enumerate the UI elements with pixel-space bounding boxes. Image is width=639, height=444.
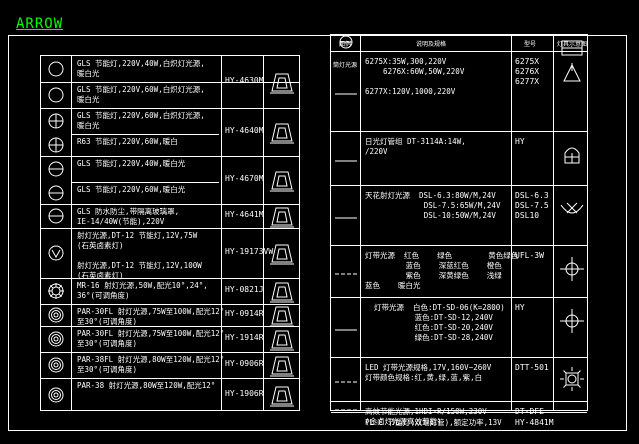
right-fixture-diagram-icon — [564, 147, 580, 164]
left-legend-table: GLS 节能灯,220V,40W,白炽灯光源, 暖白光 GLS 节能灯,220V,… — [40, 55, 300, 411]
left-col-divider-3 — [263, 56, 264, 410]
right-legend-symbol-icon — [335, 93, 357, 95]
right-col-divider-1 — [360, 35, 361, 410]
right-row-model: UFL-3W — [515, 251, 544, 260]
drawing-title: ARROW — [16, 16, 64, 32]
right-row-description: 6275X:35W,300,220V 6276X:60W,50W,220V 62… — [365, 57, 465, 96]
right-row-divider — [331, 131, 587, 132]
right-row-description: 日光灯管组 DT-3114A:14W, /220V — [365, 137, 466, 156]
right-legend-symbol-icon — [335, 409, 357, 410]
right-row-model: DTT-501 — [515, 363, 549, 372]
right-legend-symbol-icon — [335, 273, 357, 275]
right-row-divider — [331, 185, 587, 186]
right-legend-symbol-icon — [335, 329, 357, 331]
header-model: 型号 — [524, 41, 537, 48]
fixture-diagram-icon — [270, 330, 294, 351]
left-row-description: GLS 防水防尘,带隔离玻璃罩, IE-14/40W(节能),220V — [77, 207, 180, 226]
left-row-description: 射灯光源,DT-12 节能灯,12V,75W (石英卤素灯) 射灯光源,DT-1… — [77, 231, 202, 280]
right-fixture-diagram-icon — [563, 63, 581, 82]
left-row-description: PAR-38 射灯光源,80W至120W,配光12° — [77, 381, 216, 390]
right-legend-symbol-icon — [335, 381, 357, 383]
fixture-diagram-icon — [270, 123, 294, 144]
right-col-divider-2 — [511, 35, 512, 410]
left-model-number: HY-1906R — [225, 389, 264, 398]
left-col-divider-1 — [71, 56, 72, 410]
legend-symbol-circle-hline-icon — [48, 185, 64, 201]
right-row-model: 6275X 6276X 6277X — [515, 57, 540, 86]
right-header-divider — [331, 51, 587, 52]
right-row-divider — [331, 245, 587, 246]
right-row-description: PL-C 节能灯(双端灯管),额定功率,13V — [365, 418, 502, 427]
right-row-label: 筒灯光源 — [333, 62, 358, 69]
right-fixture-diagram-icon — [560, 257, 584, 281]
right-legend-symbol-icon — [339, 35, 353, 49]
right-row-divider — [331, 297, 587, 298]
right-legend-table: 图例 说明及规格 型号 灯具示意图 6275X:35W,300,220V 627… — [330, 34, 588, 427]
left-row-description: GLS 节能灯,220V,40W,暖白光 — [77, 159, 186, 168]
left-row-description: PAR-38FL 射灯光源,80W至120W,配光12° 至30°(可调角度) — [77, 355, 225, 374]
right-row-description: LED 灯带光源规格,17V,160V~260V 灯带颜色规格:红,黄,绿,蓝,… — [365, 363, 492, 382]
left-model-divider — [221, 108, 299, 109]
right-row-divider — [331, 412, 587, 413]
legend-symbol-circle-hline-icon — [48, 208, 64, 224]
left-model-number: HY-4670M — [225, 174, 264, 183]
right-row-model: HY — [515, 137, 525, 146]
left-model-divider — [221, 378, 299, 379]
right-row-model: DSL-6.3 DSL-7.5 DSL10 — [515, 191, 549, 220]
right-row-divider — [331, 401, 587, 402]
left-model-number: HY-19173VW — [225, 247, 274, 256]
right-fixture-diagram-icon — [558, 393, 586, 421]
right-fixture-diagram-icon — [560, 309, 584, 333]
left-row-divider — [71, 134, 219, 135]
left-row-description: GLS 节能灯,220V,40W,白炽灯光源, 暖白光 — [77, 59, 205, 78]
left-row-description: GLS 节能灯,220V,60W,白炽灯光源, 暖白光 — [77, 85, 205, 104]
left-row-divider — [71, 182, 219, 183]
right-row-description: 灯带光源 红色 绿色 黄色绿色 蓝色 深蓝红色 橙色 紫色 深黄绿色 浅绿 蓝色… — [365, 251, 519, 290]
left-row-description: GLS 节能灯,220V,60W,白炽灯光源, 暖白光 — [77, 111, 205, 130]
legend-symbol-concentric-icon — [48, 357, 64, 373]
left-model-number: HY-0906R — [225, 359, 264, 368]
legend-symbol-concentric-icon — [48, 307, 64, 323]
left-model-number: HY-4641M — [225, 210, 264, 219]
right-fixture-diagram-icon — [560, 202, 584, 214]
fixture-diagram-icon — [270, 356, 294, 377]
left-model-divider — [221, 156, 299, 157]
legend-symbol-circle-hline-icon — [48, 161, 64, 177]
right-col-divider-3 — [553, 35, 554, 410]
fixture-diagram-icon — [270, 207, 294, 228]
fixture-diagram-icon — [270, 386, 294, 407]
right-row-model: HY — [515, 303, 525, 312]
right-row-description: 灯带光源 白色:DT-SD-06(K=2800) 蓝色:DT-SD-12,240… — [374, 303, 505, 342]
right-row-model: HY-4841M — [515, 418, 554, 427]
left-model-number: HY-4630M — [225, 76, 264, 85]
left-model-number: HY-0821J — [225, 285, 264, 294]
left-row-description: GLS 节能灯,220V,60W,暖白光 — [77, 185, 186, 194]
legend-symbol-circle-cross-icon — [48, 113, 64, 129]
fixture-diagram-icon — [270, 73, 294, 94]
right-legend-symbol-icon — [335, 217, 357, 219]
left-model-number: HY-4640M — [225, 126, 264, 135]
right-fixture-diagram-icon — [561, 40, 583, 56]
legend-symbol-circle-icon — [48, 61, 64, 77]
left-row-description: PAR-30FL 射灯光源,75W至100W,配光12° 至30°(可调角度) — [77, 329, 225, 348]
right-row-divider — [331, 357, 587, 358]
left-model-number: HY-1914R — [225, 333, 264, 342]
left-model-divider — [221, 228, 299, 229]
legend-symbol-concentric-icon — [48, 331, 64, 347]
left-row-description: MR-16 射灯光源,50W,配光10°,24°, 36°(可调角度) — [77, 281, 208, 300]
left-row-description: PAR-30FL 射灯光源,75W至100W,配光12° 至30°(可调角度) — [77, 307, 225, 326]
fixture-diagram-icon — [270, 171, 294, 192]
fixture-diagram-icon — [270, 244, 294, 265]
header-description: 说明及规格 — [416, 41, 447, 48]
legend-symbol-circle-cross-icon — [48, 137, 64, 153]
right-row-description: 天花射灯光源 DSL-6.3:80W/M,24V DSL-7.5:65W/M,2… — [365, 191, 501, 220]
legend-symbol-circle-icon — [48, 87, 64, 103]
left-row-description: R63 节能灯,220V,60W,暖白 — [77, 137, 178, 146]
legend-symbol-circle-v-icon — [48, 245, 64, 261]
left-model-number: HY-0914R — [225, 309, 264, 318]
right-fixture-diagram-icon — [560, 367, 584, 391]
right-legend-symbol-icon — [335, 160, 357, 162]
legend-symbol-star-circle-icon — [48, 283, 64, 299]
legend-symbol-concentric-icon — [48, 387, 64, 403]
